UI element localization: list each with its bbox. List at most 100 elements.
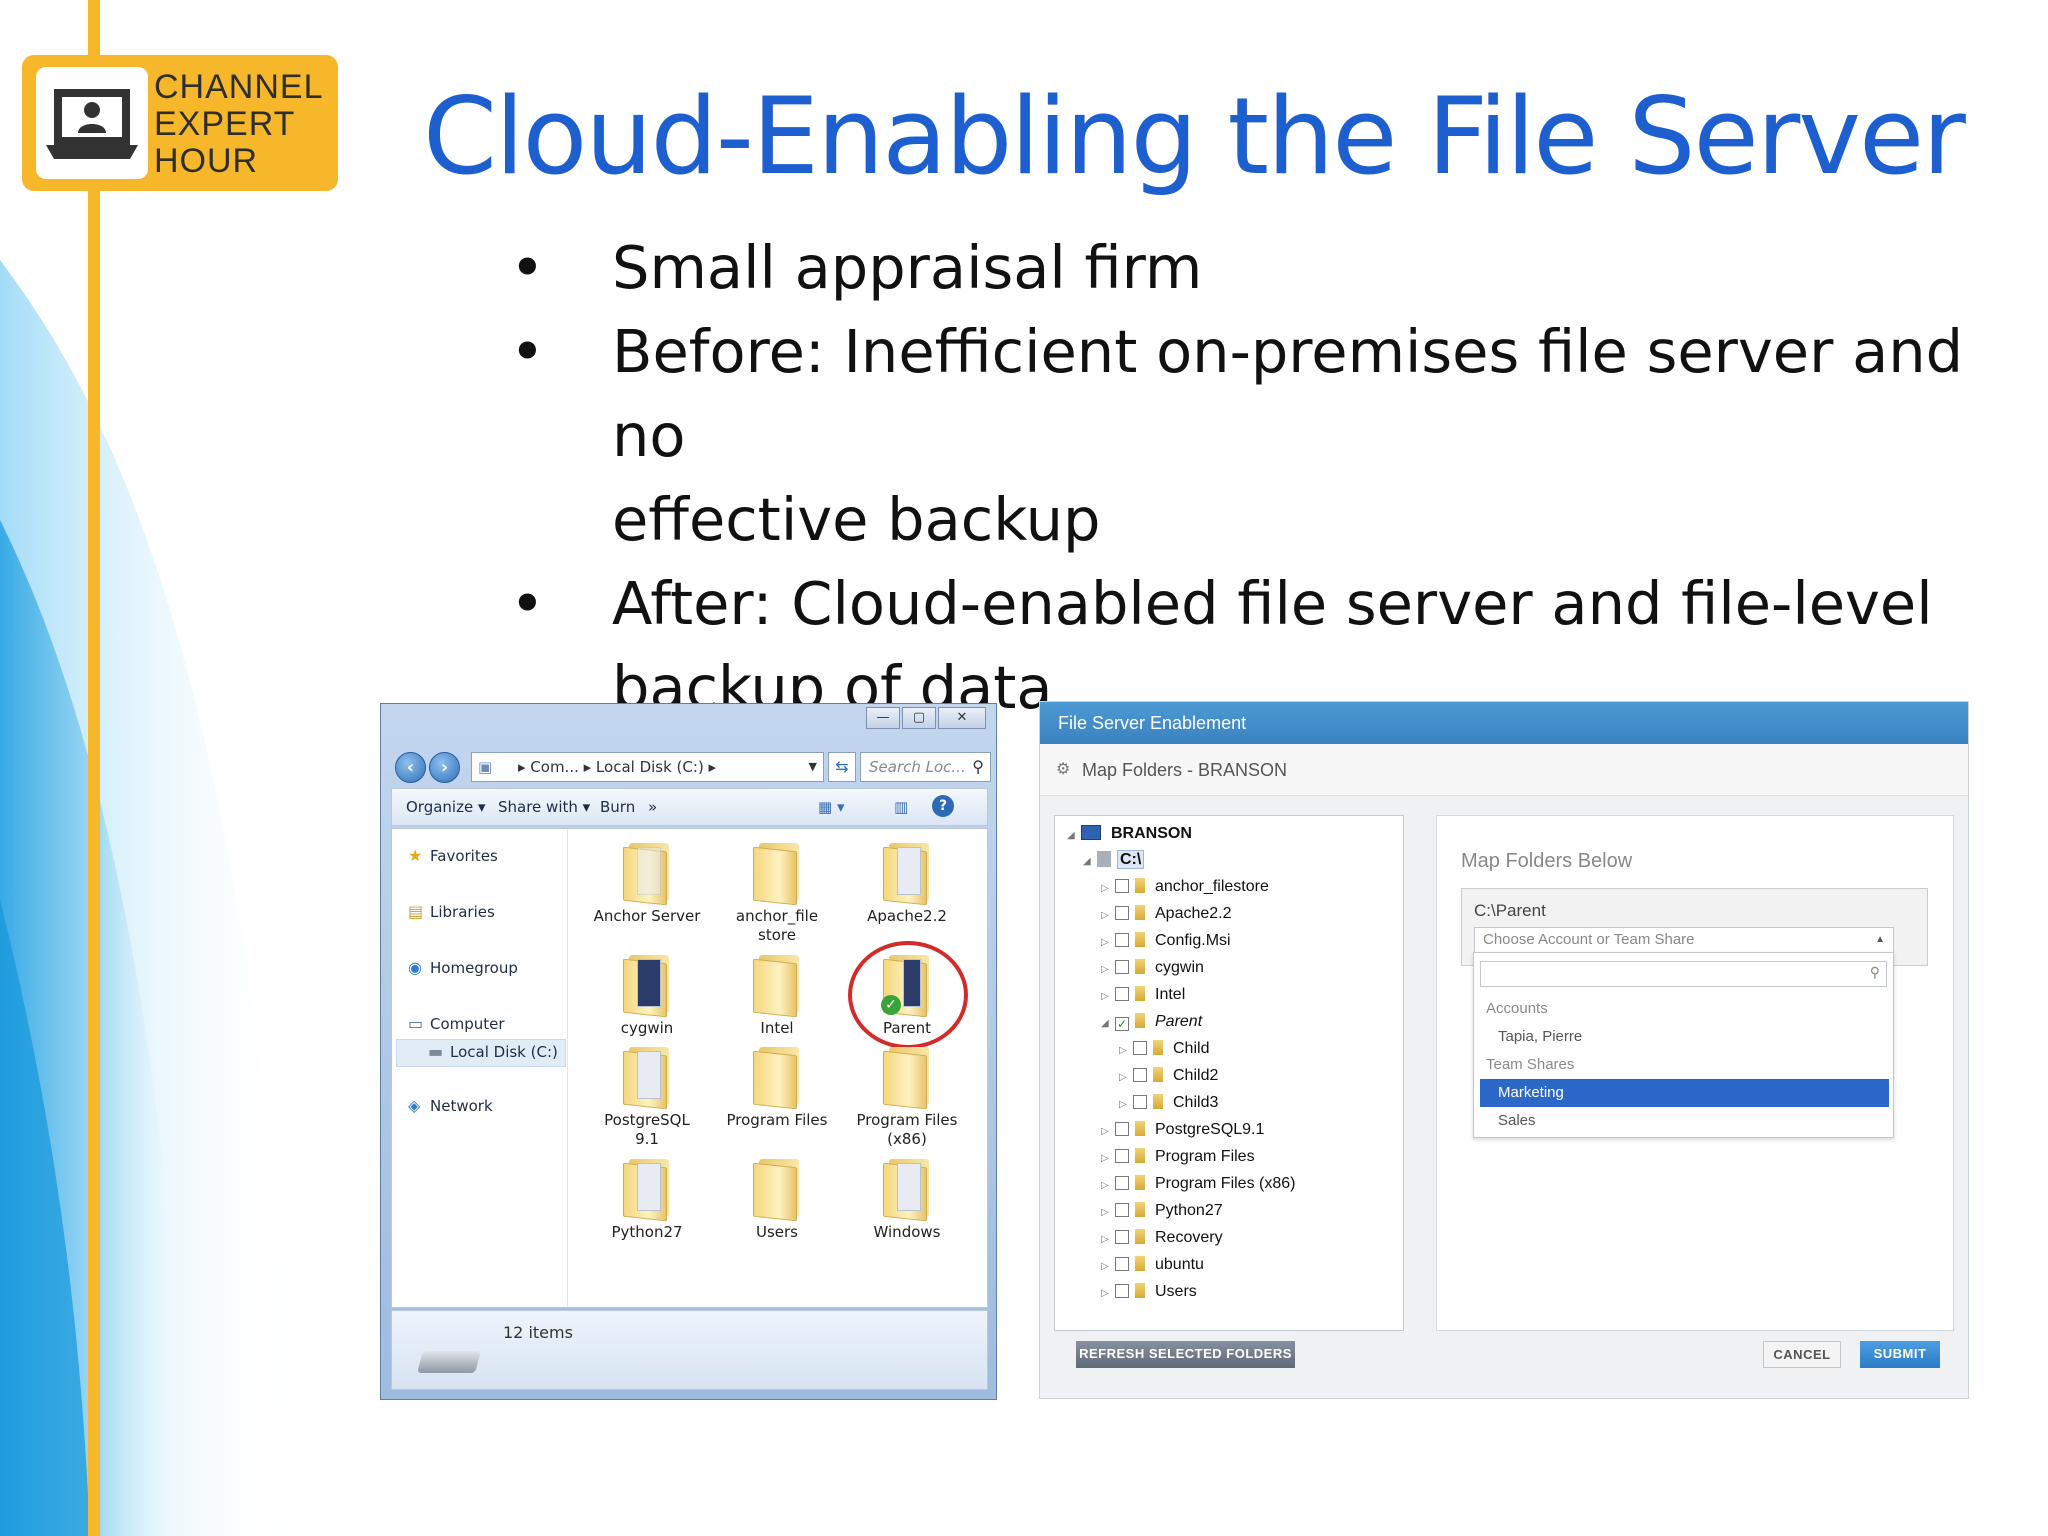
- folder-icon: [881, 1159, 933, 1222]
- help-icon[interactable]: ?: [932, 795, 954, 817]
- nav-item-computer[interactable]: ▭ Computer: [408, 1013, 505, 1035]
- folder-item[interactable]: Apache2.2: [852, 843, 962, 926]
- expand-arrow-icon[interactable]: ▷: [1119, 1039, 1133, 1063]
- more-toolbar-button[interactable]: »: [648, 789, 657, 825]
- expand-arrow-icon[interactable]: ▷: [1101, 1228, 1115, 1252]
- tree-item[interactable]: ▷ PostgreSQL9.1: [1101, 1118, 1264, 1142]
- folder-item[interactable]: PostgreSQL 9.1: [592, 1047, 702, 1149]
- folder-icon: [1135, 959, 1145, 974]
- dropdown-group-team-shares: Team Shares: [1486, 1056, 1575, 1073]
- cancel-button[interactable]: CANCEL: [1763, 1341, 1841, 1368]
- tree-checkbox[interactable]: [1115, 987, 1129, 1001]
- nav-item-local-disk[interactable]: ▬ Local Disk (C:): [428, 1041, 558, 1063]
- maximize-button[interactable]: ▢: [902, 707, 936, 729]
- tree-checkbox[interactable]: [1133, 1068, 1147, 1082]
- collapse-arrow-icon[interactable]: ◢: [1067, 824, 1081, 848]
- tree-item[interactable]: ▷ Apache2.2: [1101, 902, 1232, 926]
- tree-item[interactable]: ▷ Users: [1101, 1280, 1197, 1304]
- tree-item-drive[interactable]: ◢ C:\: [1083, 848, 1145, 874]
- logo-line-3: HOUR: [154, 142, 259, 180]
- tree-item-server[interactable]: ◢ BRANSON: [1067, 822, 1192, 846]
- expand-arrow-icon[interactable]: ▷: [1101, 985, 1115, 1009]
- folder-icon: [1153, 1040, 1163, 1055]
- dropdown-option-selected[interactable]: Marketing: [1480, 1079, 1889, 1107]
- tree-checkbox[interactable]: [1115, 1203, 1129, 1217]
- nav-item-libraries[interactable]: ▤ Libraries: [408, 901, 495, 923]
- tree-item[interactable]: ▷ Program Files (x86): [1101, 1172, 1295, 1196]
- tree-checkbox[interactable]: [1115, 1284, 1129, 1298]
- nav-item-network[interactable]: ◈ Network: [408, 1095, 493, 1117]
- folder-item[interactable]: Windows: [852, 1159, 962, 1242]
- account-share-select[interactable]: Choose Account or Team Share ▲: [1474, 927, 1894, 953]
- tree-checkbox[interactable]: [1115, 960, 1129, 974]
- back-arrow-icon[interactable]: ‹: [395, 752, 426, 783]
- tree-item[interactable]: ▷ ubuntu: [1101, 1253, 1204, 1277]
- tree-checkbox[interactable]: [1115, 1122, 1129, 1136]
- tree-item[interactable]: ▷ Intel: [1101, 983, 1185, 1007]
- dropdown-option[interactable]: Tapia, Pierre: [1474, 1023, 1893, 1051]
- tree-checkbox[interactable]: [1115, 1176, 1129, 1190]
- expand-arrow-icon[interactable]: ▷: [1101, 904, 1115, 928]
- share-with-menu[interactable]: Share with ▾: [498, 789, 590, 825]
- expand-arrow-icon[interactable]: ▷: [1101, 958, 1115, 982]
- tree-item-parent[interactable]: ◢ ✓ Parent: [1101, 1010, 1202, 1034]
- nav-item-favorites[interactable]: ★ Favorites: [408, 845, 498, 867]
- expand-arrow-icon[interactable]: ▷: [1119, 1093, 1133, 1117]
- tree-item[interactable]: ▷ anchor_filestore: [1101, 875, 1269, 899]
- expand-arrow-icon[interactable]: ▷: [1119, 1066, 1133, 1090]
- bullet-item: Before: Inefficient on-premises file ser…: [510, 310, 2010, 562]
- submit-button[interactable]: SUBMIT: [1860, 1341, 1940, 1368]
- refresh-selected-folders-button[interactable]: REFRESH SELECTED FOLDERS: [1076, 1341, 1295, 1368]
- folder-item[interactable]: Anchor Server: [592, 843, 702, 926]
- expand-arrow-icon[interactable]: ▷: [1101, 1120, 1115, 1144]
- dropdown-search-input[interactable]: ⚲: [1480, 961, 1887, 987]
- expand-arrow-icon[interactable]: ▷: [1101, 877, 1115, 901]
- search-input[interactable]: Search Loc... ⚲: [860, 752, 991, 782]
- folder-item[interactable]: Intel: [722, 955, 832, 1038]
- expand-arrow-icon[interactable]: ▷: [1101, 1282, 1115, 1306]
- tree-checkbox[interactable]: [1133, 1095, 1147, 1109]
- burn-button[interactable]: Burn: [600, 789, 635, 825]
- folder-item[interactable]: Python27: [592, 1159, 702, 1242]
- tree-checkbox[interactable]: [1133, 1041, 1147, 1055]
- tree-item[interactable]: ▷ Child2: [1119, 1064, 1218, 1088]
- organize-menu[interactable]: Organize ▾: [406, 789, 486, 825]
- tree-item[interactable]: ▷ cygwin: [1101, 956, 1204, 980]
- tree-item[interactable]: ▷ Child3: [1119, 1091, 1218, 1115]
- folder-item[interactable]: Users: [722, 1159, 832, 1242]
- expand-arrow-icon[interactable]: ▷: [1101, 1201, 1115, 1225]
- tree-item[interactable]: ▷ Child: [1119, 1037, 1209, 1061]
- tree-checkbox[interactable]: [1115, 1149, 1129, 1163]
- close-button[interactable]: ✕: [938, 707, 986, 729]
- expand-arrow-icon[interactable]: ▷: [1101, 1255, 1115, 1279]
- dropdown-option[interactable]: Sales: [1474, 1107, 1893, 1135]
- tree-item[interactable]: ▷ Recovery: [1101, 1226, 1223, 1250]
- tree-checkbox[interactable]: [1115, 906, 1129, 920]
- minimize-button[interactable]: —: [866, 707, 900, 729]
- expand-arrow-icon[interactable]: ▷: [1101, 931, 1115, 955]
- folder-item[interactable]: Program Files (x86): [852, 1047, 962, 1149]
- expand-arrow-icon[interactable]: ▷: [1101, 1147, 1115, 1171]
- collapse-arrow-icon[interactable]: ◢: [1101, 1012, 1115, 1036]
- folder-item[interactable]: anchor_file store: [722, 843, 832, 945]
- explorer-titlebar: — ▢ ✕: [381, 704, 996, 744]
- tree-checkbox-checked[interactable]: ✓: [1115, 1017, 1129, 1031]
- refresh-icon[interactable]: ⇆: [828, 752, 856, 782]
- expand-arrow-icon[interactable]: ▷: [1101, 1174, 1115, 1198]
- collapse-arrow-icon[interactable]: ◢: [1083, 850, 1097, 874]
- tree-checkbox[interactable]: [1115, 1257, 1129, 1271]
- tree-item[interactable]: ▷ Config.Msi: [1101, 929, 1231, 953]
- forward-arrow-icon[interactable]: ›: [429, 752, 460, 783]
- tree-item[interactable]: ▷ Program Files: [1101, 1145, 1255, 1169]
- folder-item[interactable]: cygwin: [592, 955, 702, 1038]
- view-options-icon[interactable]: ▦ ▾: [818, 789, 844, 825]
- address-dropdown-icon[interactable]: ▼: [809, 753, 817, 781]
- nav-item-homegroup[interactable]: ◉ Homegroup: [408, 957, 518, 979]
- tree-checkbox[interactable]: [1115, 1230, 1129, 1244]
- tree-checkbox[interactable]: [1115, 933, 1129, 947]
- folder-item[interactable]: Program Files: [722, 1047, 832, 1130]
- address-bar[interactable]: ▣ ▸ Com... ▸ Local Disk (C:) ▸ ▼: [471, 752, 824, 782]
- tree-checkbox[interactable]: [1115, 879, 1129, 893]
- preview-pane-icon[interactable]: ▥: [894, 789, 908, 825]
- tree-item[interactable]: ▷ Python27: [1101, 1199, 1223, 1223]
